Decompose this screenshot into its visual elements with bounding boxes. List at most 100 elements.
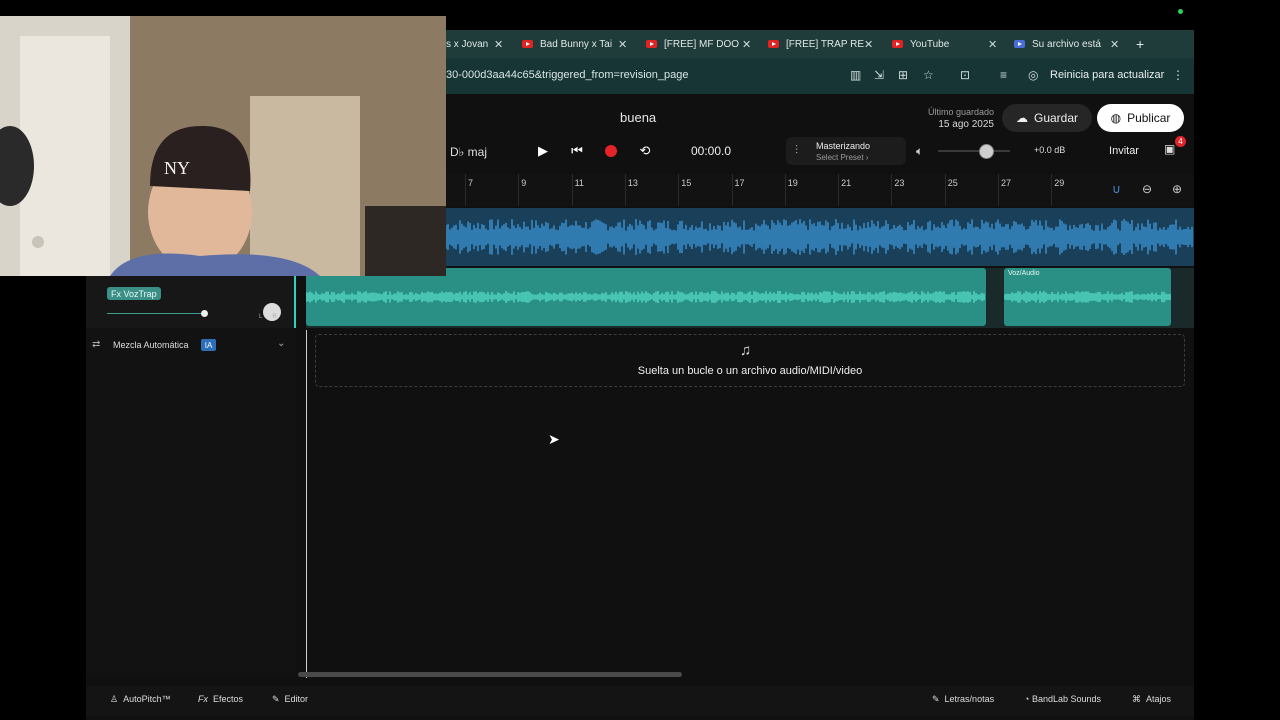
status-dot xyxy=(1178,9,1183,14)
timeline-ruler[interactable]: ∪ ⊖ ⊕ 7 9 11 13 15 17 19 21 23 25 27 29 xyxy=(446,174,1194,206)
youtube-icon xyxy=(892,40,903,48)
project-title[interactable]: buena xyxy=(620,110,656,125)
gift-icon[interactable]: ▣ xyxy=(1164,142,1175,156)
ruler-tick xyxy=(678,174,680,206)
publish-label: Publicar xyxy=(1127,111,1171,125)
save-button[interactable]: ☁ Guardar xyxy=(1002,104,1092,132)
youtube-icon xyxy=(768,40,779,48)
install-icon[interactable]: ⇲ xyxy=(874,68,884,82)
ruler-tick xyxy=(784,174,786,206)
tab-label: Su archivo está xyxy=(1032,38,1101,50)
record-icon xyxy=(605,145,617,157)
key-selector[interactable]: D♭ maj xyxy=(450,145,487,159)
profile-icon[interactable]: ◎ xyxy=(1028,68,1038,82)
autopitch-button[interactable]: ♙ AutoPitch™ xyxy=(110,694,171,705)
menu-icon[interactable]: ⋮ xyxy=(1172,68,1184,82)
translate-icon[interactable]: ⊞ xyxy=(898,68,908,82)
zoom-out-icon[interactable]: ⊖ xyxy=(1142,182,1152,196)
shortcuts-button[interactable]: ⌘ Atajos xyxy=(1132,694,1171,705)
drop-zone-text: Suelta un bucle o un archivo audio/MIDI/… xyxy=(637,365,863,377)
tab-label: [FREE] TRAP RE xyxy=(786,38,864,50)
webcam-feed-image: NY xyxy=(0,16,446,276)
shortcuts-label: Atajos xyxy=(1146,694,1172,704)
ruler-label: 11 xyxy=(574,178,584,188)
document-icon xyxy=(1014,40,1025,48)
effects-button[interactable]: Fx Efectos xyxy=(198,694,243,704)
ruler-tick xyxy=(944,174,946,206)
skip-back-icon: ⏮ xyxy=(571,143,583,158)
publish-button[interactable]: ◍ Publicar xyxy=(1097,104,1184,132)
tab-label: [FREE] MF DOO xyxy=(664,38,739,50)
globe-icon: ◍ xyxy=(1110,111,1122,125)
play-button[interactable]: ▶ xyxy=(527,140,559,162)
audio-clip[interactable]: Voz/Audio xyxy=(1003,268,1171,326)
rewind-button[interactable]: ⏮ xyxy=(561,140,593,162)
drop-zone[interactable]: ♫ Suelta un bucle o un archivo audio/MID… xyxy=(315,334,1185,387)
browser-tab[interactable]: Bad Bunny x Tai ✕ xyxy=(522,30,627,58)
url-text[interactable]: 30-000d3aa44c65&triggered_from=revision_… xyxy=(446,69,688,81)
tab-label: Bad Bunny x Tai xyxy=(540,38,613,50)
address-bar: 30-000d3aa44c65&triggered_from=revision_… xyxy=(446,58,1194,94)
record-button[interactable] xyxy=(595,140,627,162)
editor-button[interactable]: ✎ Editor xyxy=(272,694,308,705)
star-icon[interactable]: ☆ xyxy=(923,68,934,82)
effects-label: Efectos xyxy=(213,694,244,704)
speaker-icon[interactable]: 🔈︎ xyxy=(916,144,923,159)
track-1-waveform xyxy=(445,219,1193,255)
ai-badge: IA xyxy=(201,339,216,351)
tab-close-icon[interactable]: ✕ xyxy=(618,38,627,51)
auto-mix-label[interactable]: Mezcla Automática xyxy=(113,340,189,350)
tab-close-icon[interactable]: ✕ xyxy=(494,38,503,51)
ruler-label: 23 xyxy=(894,178,905,188)
master-volume-slider[interactable] xyxy=(938,150,1010,152)
ruler-tick xyxy=(465,174,466,206)
mastering-preset-selector[interactable]: ⫶ Masterizando Select Preset › xyxy=(786,137,906,165)
tab-search-icon[interactable]: ⊡ xyxy=(960,68,970,82)
track-volume-slider[interactable] xyxy=(107,313,203,314)
cloud-upload-icon: ☁ xyxy=(1015,111,1028,125)
auto-mix-icon: ⇄ xyxy=(92,339,101,350)
sounds-label: BandLab Sounds xyxy=(1031,694,1101,704)
tab-close-icon[interactable]: ✕ xyxy=(742,38,751,51)
browser-tab[interactable]: [FREE] MF DOO ✕ xyxy=(646,30,751,58)
invite-button[interactable]: Invitar xyxy=(1100,140,1148,162)
browser-tab[interactable]: [FREE] TRAP RE ✕ xyxy=(768,30,873,58)
ruler-label: 17 xyxy=(734,178,745,188)
zoom-in-icon[interactable]: ⊕ xyxy=(1172,182,1182,196)
update-button[interactable]: Reinicia para actualizar xyxy=(1050,69,1164,81)
ruler-label: 15 xyxy=(681,178,692,188)
tab-close-icon[interactable]: ✕ xyxy=(988,38,997,51)
fx-preset-tag[interactable]: Fx VozTrap xyxy=(107,287,161,300)
master-volume-knob[interactable] xyxy=(979,144,994,159)
chevron-down-icon[interactable]: ⌄ xyxy=(277,338,285,349)
lyrics-button[interactable]: ✎ Letras/notas xyxy=(932,694,994,705)
bandlab-sounds-button[interactable]: ◔ BandLab Sounds xyxy=(1024,694,1101,704)
tab-close-icon[interactable]: ✕ xyxy=(1110,38,1119,51)
last-saved-label: Último guardado xyxy=(927,107,994,117)
magnet-icon[interactable]: ∪ xyxy=(1112,182,1121,196)
tab-label: YouTube xyxy=(910,38,950,50)
horizontal-scrollbar[interactable] xyxy=(298,672,682,677)
track-1-region[interactable] xyxy=(445,208,1194,266)
ruler-label: 27 xyxy=(1001,178,1012,188)
playhead[interactable] xyxy=(306,330,307,678)
ruler-tick xyxy=(998,174,999,206)
browser-tab[interactable]: s x Jovan ✕ xyxy=(446,30,503,58)
mastering-title: Masterizando xyxy=(816,141,871,151)
notification-badge: 4 xyxy=(1175,136,1186,147)
browser-tab[interactable]: YouTube ✕ xyxy=(892,30,997,58)
ruler-label: 7 xyxy=(468,178,474,188)
new-tab-button[interactable]: + xyxy=(1136,30,1144,58)
sliders-icon: ⫶ xyxy=(795,143,799,157)
clip-label: Voz/Audio xyxy=(1008,270,1040,277)
track-volume-handle[interactable] xyxy=(201,310,208,317)
ruler-label: 25 xyxy=(947,178,958,188)
audio-clip[interactable] xyxy=(305,268,986,326)
browser-tab-active[interactable]: Su archivo está ✕ xyxy=(1014,30,1119,58)
reader-icon[interactable]: ▥ xyxy=(850,68,861,82)
volume-db-readout: +0.0 dB xyxy=(1034,145,1066,155)
media-icon[interactable]: ≡ xyxy=(1000,68,1007,82)
tab-close-icon[interactable]: ✕ xyxy=(864,38,873,51)
pan-lr-label: L R xyxy=(259,314,277,320)
loop-button[interactable]: ⟲ xyxy=(629,140,661,162)
